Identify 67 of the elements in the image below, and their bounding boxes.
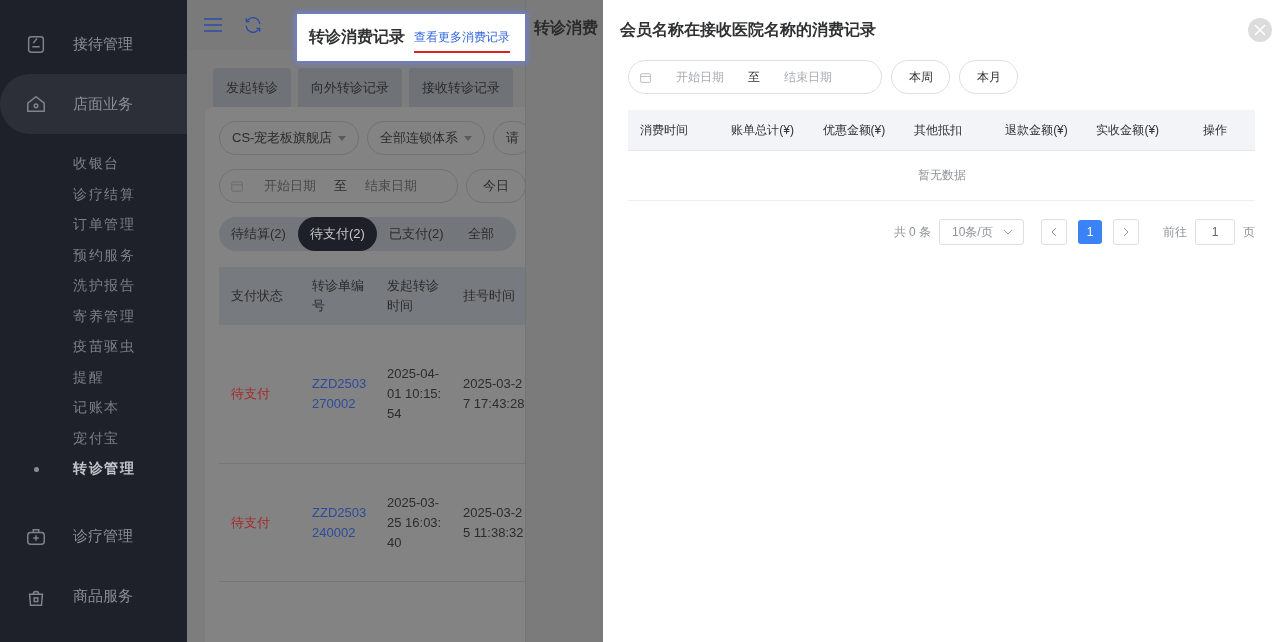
status-text: 待支付 (230, 513, 271, 532)
sidebar-item[interactable]: 记账本 (73, 399, 120, 418)
panel-title: 转诊消费 (534, 18, 599, 38)
page-number[interactable]: 1 (1078, 220, 1102, 244)
column-header: 退款金额(¥) (1004, 121, 1069, 139)
sidebar-item[interactable]: 收银台 (73, 155, 120, 174)
status-tab[interactable]: 待结算(2) (219, 217, 298, 251)
status-tab[interactable]: 待支付(2) (297, 217, 377, 251)
column-header: 发起转诊时间 (386, 277, 440, 315)
sidebar-group[interactable]: 诊疗管理 (0, 506, 187, 567)
table-cell-text: 2025-03-27 17:43:28 (462, 375, 525, 413)
caret-icon (464, 135, 473, 141)
home-icon (25, 93, 47, 115)
page-suffix: 页 (1243, 223, 1255, 241)
page-size-select[interactable]: 10条/页 (939, 219, 1024, 245)
toolbar-tab[interactable]: 接收转诊记录 (409, 68, 513, 107)
order-number-link[interactable]: ZZD2503240002 (300, 502, 375, 543)
drawer-title: 会员名称在接收医院名称的消费记录 (620, 19, 876, 40)
chevron-down-icon (1003, 229, 1013, 235)
sidebar-group[interactable]: 商品服务 (0, 566, 187, 627)
sidebar-group[interactable]: 接待管理 (0, 14, 187, 74)
table-cell-text: 2025-03-25 16:03:40 (386, 493, 443, 552)
column-header: 转诊单编号 (311, 277, 365, 315)
column-header: 操作 (1202, 121, 1229, 139)
period-button[interactable]: 本月 (959, 60, 1018, 94)
sidebar-item[interactable]: 订单管理 (73, 216, 135, 235)
more-records-link[interactable]: 查看更多消费记录 (414, 29, 510, 53)
status-tab[interactable]: 已支付(2) (376, 217, 456, 251)
total-count: 共 0 条 (893, 223, 931, 241)
sidebar-item[interactable]: 提醒 (73, 368, 104, 387)
column-header: 支付状态 (230, 287, 284, 305)
empty-message: 暂无数据 (917, 167, 966, 184)
period-button[interactable]: 本周 (891, 60, 950, 94)
column-header: 挂号时间 (462, 287, 516, 305)
close-button[interactable] (1248, 18, 1272, 42)
sidebar-item[interactable]: 寄养管理 (73, 307, 135, 326)
caret-icon (338, 135, 347, 141)
status-tab[interactable]: 全部 (455, 217, 506, 251)
table-cell-text: 2025-03-25 11:38:32 (462, 503, 525, 542)
column-header: 优惠金额(¥) (821, 121, 887, 139)
toolbar-tab[interactable]: 发起转诊 (213, 68, 291, 107)
close-icon (1254, 24, 1266, 36)
column-header: 账单总计(¥) (730, 121, 795, 139)
column-header: 消费时间 (639, 121, 689, 139)
sidebar-group[interactable]: 店面业务 (0, 74, 187, 134)
column-header: 实收金额(¥) (1095, 121, 1161, 139)
sidebar-item[interactable]: 诊疗结算 (73, 185, 135, 204)
clipboard-icon (25, 33, 47, 55)
calendar-icon (639, 70, 652, 84)
sidebar-item[interactable]: 预约服务 (73, 246, 135, 265)
toolbar-tab[interactable]: 向外转诊记录 (298, 68, 402, 107)
order-number-link[interactable]: ZZD2503270002 (300, 374, 375, 414)
goto-page-input[interactable]: 1 (1195, 219, 1235, 245)
chevron-left-icon (1051, 227, 1057, 237)
next-page-button[interactable] (1113, 219, 1139, 245)
sidebar-item[interactable]: 转诊管理 (73, 460, 135, 479)
sidebar-item[interactable]: 宠付宝 (73, 429, 120, 448)
chevron-right-icon (1123, 227, 1129, 237)
previous-page-button[interactable] (1041, 219, 1067, 245)
table-cell-text: 2025-04-01 10:15:54 (386, 365, 443, 423)
status-text: 待支付 (230, 385, 271, 403)
sidebar-item[interactable]: 洗护报告 (73, 277, 135, 296)
goto-label: 前往 (1163, 223, 1187, 241)
refresh-icon (243, 15, 263, 35)
popup-title: 转诊消费记录 (309, 27, 405, 47)
column-header: 其他抵扣 (912, 121, 963, 139)
sidebar-item[interactable]: 疫苗驱虫 (73, 338, 135, 357)
